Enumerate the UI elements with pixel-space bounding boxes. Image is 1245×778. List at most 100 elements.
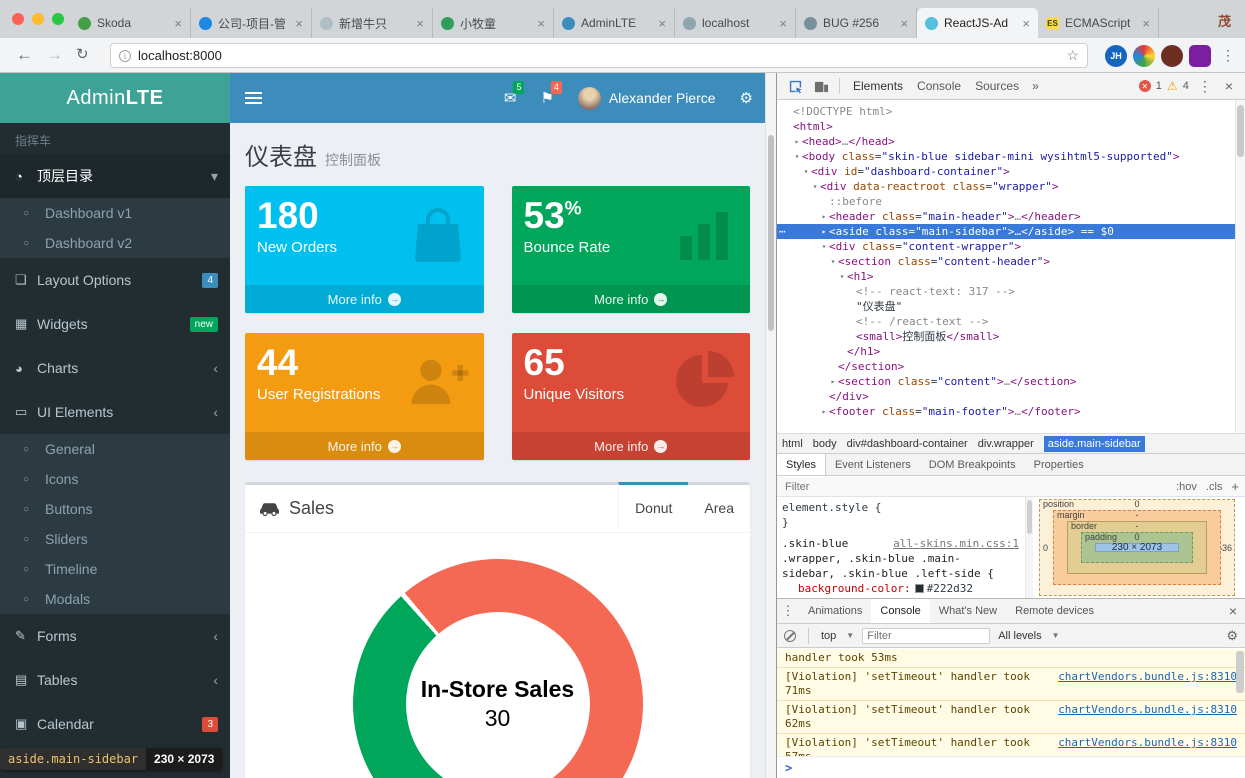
tab-close-icon[interactable]: × — [174, 16, 182, 31]
error-count[interactable]: 1 — [1156, 80, 1162, 92]
user-menu[interactable]: Alexander Pierce — [566, 73, 728, 123]
tab-close-icon[interactable]: × — [658, 16, 666, 31]
tab-close-icon[interactable]: × — [900, 16, 908, 31]
tab-close-icon[interactable]: × — [1142, 16, 1150, 31]
css-selector[interactable]: sidebar, .skin-blue .left-side { — [782, 566, 1023, 581]
breadcrumb-html[interactable]: html — [782, 438, 803, 450]
class-toggle[interactable]: .cls — [1206, 481, 1223, 493]
sidebar-item-ui-elements[interactable]: ▭ UI Elements ‹ — [0, 390, 230, 434]
devtools-tab-console[interactable]: Console — [910, 74, 968, 98]
device-toolbar-icon[interactable] — [809, 76, 833, 96]
margin-top-value[interactable]: - — [1054, 510, 1220, 520]
tab-close-icon[interactable]: × — [779, 16, 787, 31]
warning-count[interactable]: 4 — [1183, 80, 1189, 92]
dom-tree-line[interactable]: <small>控制面板</small> — [777, 329, 1235, 344]
more-info-link[interactable]: More info → — [245, 432, 484, 460]
page-info-icon[interactable]: i — [119, 49, 131, 62]
styles-filter-input[interactable] — [783, 479, 903, 494]
styles-tab-dom-breakpoints[interactable]: DOM Breakpoints — [920, 454, 1025, 475]
dom-tree-line[interactable]: ▾ <div data-reactroot class="wrapper"> — [777, 179, 1235, 194]
dom-tree-line[interactable]: <!DOCTYPE html> — [777, 104, 1235, 119]
minimize-window-button[interactable] — [32, 13, 44, 25]
sales-tab-area[interactable]: Area — [688, 482, 750, 528]
sidebar-item-forms[interactable]: ✎ Forms ‹ — [0, 614, 230, 658]
breadcrumb-aside-main-sidebar[interactable]: aside.main-sidebar — [1043, 435, 1145, 452]
browser-tab[interactable]: 新增牛只 × — [312, 8, 433, 38]
browser-tab[interactable]: ES ECMAScript × — [1038, 8, 1159, 38]
expand-arrow-icon[interactable]: ▸ — [819, 404, 829, 419]
css-property-line[interactable]: background-color: #222d32 — [782, 581, 1023, 596]
log-level-select[interactable]: All levels — [998, 630, 1041, 642]
dom-tree-line[interactable]: </section> — [777, 359, 1235, 374]
css-rule-line[interactable]: } — [782, 515, 1023, 530]
drawer-menu-icon[interactable]: ⋮ — [777, 603, 799, 619]
address-bar[interactable]: i localhost:8000 ☆ — [110, 43, 1088, 68]
tab-close-icon[interactable]: × — [416, 16, 424, 31]
expand-arrow-icon[interactable]: ▸ — [819, 209, 829, 224]
content-size[interactable]: 230 × 2073 — [1095, 542, 1179, 553]
execution-context-select[interactable]: top — [821, 630, 836, 642]
sidebar-item-sliders[interactable]: ○ Sliders — [0, 524, 230, 554]
breadcrumb-body[interactable]: body — [813, 438, 837, 450]
styles-tab-properties[interactable]: Properties — [1025, 454, 1093, 475]
profile-avatar-icon[interactable] — [1133, 45, 1155, 67]
dom-tree-line[interactable]: ▾ <body class="skin-blue sidebar-mini wys… — [777, 149, 1235, 164]
expand-arrow-icon[interactable]: ▾ — [801, 164, 811, 179]
extension-icon-2[interactable] — [1189, 45, 1211, 67]
page-scrollbar-thumb[interactable] — [768, 135, 774, 331]
back-button[interactable]: ← — [16, 45, 33, 65]
dom-tree-line[interactable]: ▸ <section class="content">…</section> — [777, 374, 1235, 389]
dom-tree-line[interactable]: ▾ <div id="dashboard-container"> — [777, 164, 1235, 179]
dom-tree-line[interactable]: </div> — [777, 389, 1235, 404]
border-top-value[interactable]: - — [1068, 521, 1206, 531]
tab-close-icon[interactable]: × — [295, 16, 303, 31]
close-window-button[interactable] — [12, 13, 24, 25]
position-left-value[interactable]: 0 — [1043, 543, 1048, 553]
css-property-name[interactable]: background-color: — [798, 582, 911, 595]
expand-arrow-icon[interactable]: ▸ — [792, 134, 802, 149]
more-info-link[interactable]: More info → — [511, 432, 750, 460]
expand-arrow-icon[interactable]: ▾ — [792, 149, 802, 164]
dom-tree-line[interactable]: <!-- /react-text --> — [777, 314, 1235, 329]
browser-menu-icon[interactable]: ⋮ — [1221, 47, 1235, 64]
gutter-dots-icon[interactable]: ⋯ — [779, 224, 786, 239]
sidebar-item-timeline[interactable]: ○ Timeline — [0, 554, 230, 584]
sidebar-item-cn[interactable]: ◔ 顶层目录 ▾ — [0, 154, 230, 198]
tab-close-icon[interactable]: × — [537, 16, 545, 31]
drawer-tab-animations[interactable]: Animations — [799, 599, 871, 623]
dom-tree-line[interactable]: ::before — [777, 194, 1235, 209]
tab-close-icon[interactable]: × — [1022, 16, 1030, 31]
extension-avatar-jh[interactable]: JH — [1105, 45, 1127, 67]
devtools-menu-icon[interactable]: ⋮ — [1194, 78, 1216, 95]
console-scrollbar-thumb[interactable] — [1236, 651, 1244, 693]
styles-scrollbar-thumb[interactable] — [1027, 500, 1032, 534]
expand-arrow-icon[interactable]: ▾ — [837, 269, 847, 284]
sidebar-item-charts[interactable]: ◕ Charts ‹ — [0, 346, 230, 390]
messages-menu[interactable]: ✉ 5 — [492, 73, 529, 123]
dom-tree-line[interactable]: ▸ <header class="main-header">…</header> — [777, 209, 1235, 224]
dom-tree-line[interactable]: ▸ <footer class="main-footer">…</footer> — [777, 404, 1235, 419]
sidebar-item-tables[interactable]: ▤ Tables ‹ — [0, 658, 230, 702]
url-text[interactable]: localhost:8000 — [138, 48, 1059, 63]
dom-tree-line[interactable]: <!-- react-text: 317 --> — [777, 284, 1235, 299]
sidebar-item-layout-options[interactable]: ❏ Layout Options 4 — [0, 258, 230, 302]
pseudo-class-toggle[interactable]: :hov — [1176, 481, 1197, 493]
styles-tab-event-listeners[interactable]: Event Listeners — [826, 454, 920, 475]
devtools-close-icon[interactable]: × — [1221, 78, 1237, 94]
sidebar-item-icons[interactable]: ○ Icons — [0, 464, 230, 494]
app-logo[interactable]: Admin LTE — [0, 73, 230, 123]
sidebar-item-dashboard-v1[interactable]: ○ Dashboard v1 — [0, 198, 230, 228]
color-swatch[interactable] — [914, 584, 924, 593]
inspect-element-icon[interactable] — [783, 76, 807, 96]
browser-tab[interactable]: BUG #256 × — [796, 8, 917, 38]
browser-tab[interactable]: Skoda × — [70, 8, 191, 38]
bookmark-star-icon[interactable]: ☆ — [1066, 47, 1079, 64]
sidebar-item-calendar[interactable]: ▣ Calendar 3 — [0, 702, 230, 746]
more-info-link[interactable]: More info → — [511, 285, 750, 313]
drawer-tab-console[interactable]: Console — [871, 599, 930, 623]
dom-tree-line[interactable]: ▾ <h1> — [777, 269, 1235, 284]
error-count-icon[interactable]: ✕ — [1138, 80, 1151, 92]
css-selector[interactable]: .skin-blue — [782, 536, 848, 551]
devtools-tab-sources[interactable]: Sources — [968, 74, 1026, 98]
dom-tree-line[interactable]: ▾ <section class="content-header"> — [777, 254, 1235, 269]
